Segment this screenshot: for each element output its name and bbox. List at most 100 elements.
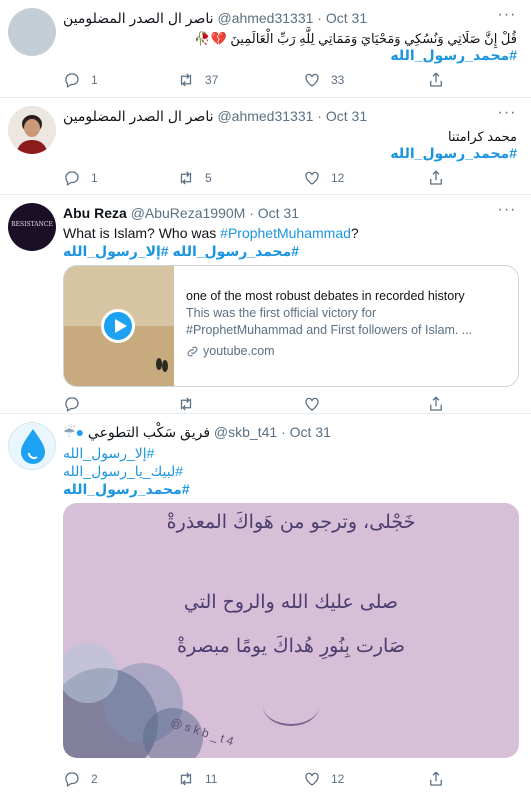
reply-icon (65, 73, 79, 88)
card-description-line-2: #ProphetMuhammad and First followers of … (186, 323, 473, 337)
handle[interactable]: @skb_t41 (214, 424, 277, 440)
like-button[interactable] (303, 394, 321, 414)
tweet-header: ناصر ال الصدر المضلومين @ahmed31331 · Oc… (63, 106, 367, 126)
like-count: 12 (331, 171, 345, 185)
retweet-button[interactable]: 37 (177, 70, 218, 90)
heart-icon (305, 73, 319, 87)
reply-count: 2 (91, 772, 98, 786)
hashtag-link[interactable]: #محمد_رسول_الله (63, 480, 190, 498)
hashtag-link[interactable]: #إلا_رسول_الله (63, 444, 154, 462)
reply-count: 1 (91, 73, 98, 87)
card-domain-row: youtube.com (186, 343, 508, 360)
card-title: one of the most robust debates in record… (186, 289, 465, 303)
tweet-text-end: ? (350, 225, 359, 241)
hashtag-link[interactable]: #محمد_رسول_الله (390, 144, 517, 162)
card-text: one of the most robust debates in record… (186, 288, 508, 360)
retweet-icon (180, 171, 192, 185)
handle[interactable]: @ahmed31331 (217, 10, 313, 26)
retweet-count: 37 (205, 73, 219, 87)
play-icon[interactable] (101, 309, 135, 343)
calligraphy-seal (263, 686, 319, 726)
separator-dot: · (249, 205, 254, 221)
poster-line-3: صَارت بِنُورِ هُداكَ يومًا مبصرةْ (177, 635, 405, 657)
retweet-button[interactable]: 11 (177, 769, 217, 789)
like-button[interactable]: 33 (303, 70, 344, 90)
hashtag-link[interactable]: #لبيك_يا_رسول_الله (63, 462, 183, 480)
reply-icon (65, 171, 79, 186)
share-icon (430, 396, 442, 411)
avatar[interactable] (8, 422, 56, 470)
share-icon (430, 170, 442, 185)
hashtag-links[interactable]: #محمد_رسول_الله #إلا_رسول_الله (63, 242, 299, 260)
cloud-rain-icon: ☔ (63, 424, 76, 440)
tweet-image[interactable]: خَجْلى، وترجو من هَواكَ المعذرةْ صلى علي… (63, 503, 519, 758)
card-domain: youtube.com (203, 344, 275, 358)
tweet-2[interactable]: ناصر ال الصدر المضلومين @ahmed31331 · Oc… (0, 98, 531, 195)
poster-line-2: صلى عليك الله والروح التي (183, 591, 399, 613)
like-button[interactable]: 12 (303, 168, 344, 188)
like-count: 12 (331, 772, 345, 786)
more-options-icon[interactable]: ··· (497, 105, 517, 126)
tweet-1[interactable]: ناصر ال الصدر المضلومين @ahmed31331 · Oc… (0, 0, 531, 98)
reply-button[interactable]: 1 (63, 168, 98, 188)
reply-icon (65, 772, 79, 787)
handle[interactable]: @AbuReza1990M (131, 205, 246, 221)
share-button[interactable] (427, 70, 445, 90)
avatar[interactable] (8, 8, 56, 56)
water-drop-logo (21, 429, 45, 464)
like-count: 33 (331, 73, 345, 87)
timestamp[interactable]: Oct 31 (290, 424, 331, 440)
heart-icon (305, 171, 319, 185)
reply-count: 1 (91, 171, 98, 185)
share-icon (430, 771, 442, 786)
video-thumbnail[interactable] (64, 266, 174, 386)
tweet-header: ☔● فريق سَكْب التطوعي @skb_t41 · Oct 31 (63, 422, 331, 442)
avatar[interactable] (8, 106, 56, 154)
link-icon (187, 346, 198, 357)
display-name[interactable]: ناصر ال الصدر المضلومين (63, 108, 214, 124)
hashtag-link[interactable]: #محمد_رسول_الله (390, 46, 517, 64)
more-options-icon[interactable]: ··· (497, 7, 517, 28)
like-button[interactable]: 12 (303, 769, 344, 789)
tweet-header: ناصر ال الصدر المضلومين @ahmed31331 · Oc… (63, 8, 367, 28)
separator-dot: · (317, 10, 322, 26)
avatar[interactable]: RESISTANCE (8, 203, 56, 251)
share-button[interactable] (427, 394, 445, 414)
retweet-count: 5 (205, 171, 212, 185)
tweet-actions: 1 37 33 (63, 70, 463, 90)
retweet-button[interactable] (177, 394, 195, 414)
retweet-icon (180, 397, 192, 411)
droplet-icon: ● (75, 424, 85, 440)
tweet-actions (63, 394, 463, 414)
tweet-actions: 1 5 12 (63, 168, 463, 188)
tweet-actions: 2 11 12 (63, 769, 463, 789)
display-name[interactable]: ناصر ال الصدر المضلومين (63, 10, 214, 26)
tweet-text: What is Islam? Who was #ProphetMuhammad? (63, 224, 359, 242)
retweet-button[interactable]: 5 (177, 168, 212, 188)
separator-dot: · (317, 108, 322, 124)
reply-button[interactable]: 1 (63, 70, 98, 90)
timestamp[interactable]: Oct 31 (326, 10, 367, 26)
tweet-text-start: What is Islam? Who was (63, 225, 221, 241)
share-button[interactable] (427, 769, 445, 789)
retweet-count: 11 (205, 772, 218, 786)
card-description-line-1: This was the first official victory for (186, 306, 377, 320)
timestamp[interactable]: Oct 31 (258, 205, 299, 221)
separator-dot: · (281, 424, 286, 440)
share-icon (430, 72, 442, 87)
share-button[interactable] (427, 168, 445, 188)
reply-button[interactable] (63, 394, 81, 414)
handle[interactable]: @ahmed31331 (217, 108, 313, 124)
retweet-icon (180, 772, 192, 786)
hashtag-link[interactable]: #ProphetMuhammad (220, 225, 351, 241)
display-name[interactable]: Abu Reza (63, 205, 127, 221)
display-name[interactable]: فريق سَكْب التطوعي (88, 424, 210, 440)
reply-button[interactable]: 2 (63, 769, 98, 789)
retweet-icon (180, 73, 192, 87)
timestamp[interactable]: Oct 31 (326, 108, 367, 124)
heart-icon (305, 772, 319, 786)
more-options-icon[interactable]: ··· (497, 202, 517, 223)
tweet-header: Abu Reza @AbuReza1990M · Oct 31 (63, 203, 299, 223)
link-preview-card[interactable]: one of the most robust debates in record… (63, 265, 519, 387)
profile-photo (8, 106, 56, 154)
